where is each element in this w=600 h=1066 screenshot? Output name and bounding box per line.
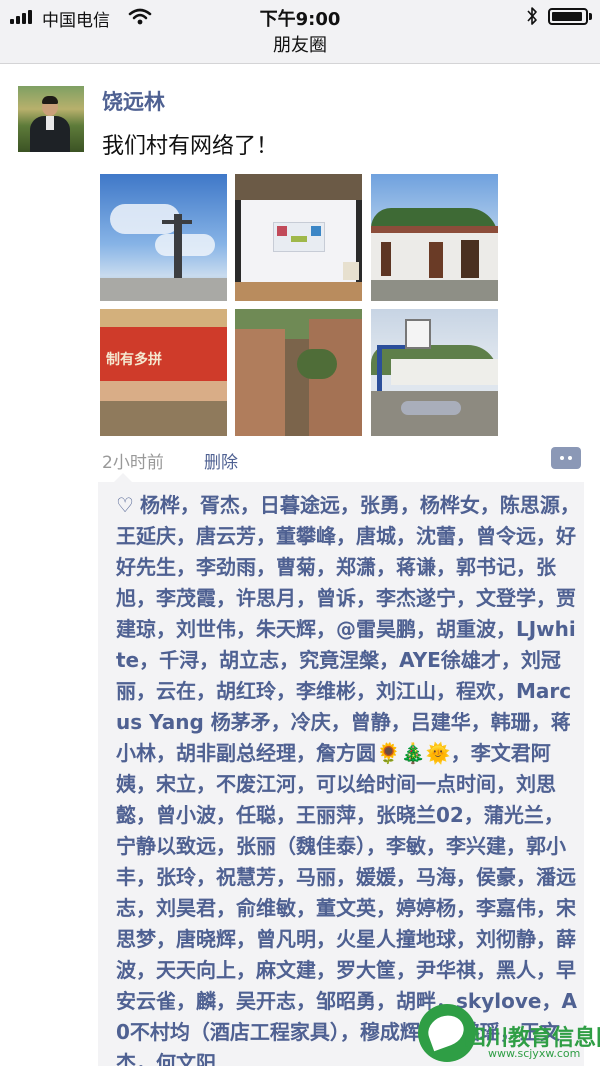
sun-emoji-icon: 🌞: [425, 741, 451, 765]
photo-thumbnail-2[interactable]: [235, 174, 362, 301]
likes-list: ♡ 杨桦，胥杰，日暮途远，张勇，杨桦女，陈思源，王延庆，唐云芳，董攀峰，唐城，沈蕾…: [98, 473, 584, 1066]
moments-post: 饶远林 我们村有网络了！ 制有多拼 2小时前 删除 ♡ 杨桦，胥杰，日暮途远，张…: [0, 64, 600, 1066]
photo-thumbnail-4[interactable]: 制有多拼: [100, 309, 227, 436]
battery-cap: [589, 13, 592, 20]
delete-button[interactable]: 删除: [204, 448, 238, 473]
photo-grid: 制有多拼: [100, 174, 498, 436]
sunflower-emoji-icon: 🌻: [376, 741, 401, 765]
post-timestamp: 2小时前: [102, 453, 164, 473]
battery-icon: [548, 8, 588, 25]
likes-names: ♡ 杨桦，胥杰，日暮途远，张勇，杨桦女，陈思源，王延庆，唐云芳，董攀峰，唐城，沈蕾…: [116, 490, 582, 1066]
watermark: 四川教育信息网 www.scjyxw.com: [418, 1000, 600, 1066]
likes-names-part-1: 杨桦，胥杰，日暮途远，张勇，杨桦女，陈思源，王延庆，唐云芳，董攀峰，唐城，沈蕾，…: [116, 493, 580, 765]
status-time: 下午9:00: [259, 9, 341, 30]
post-text: 我们村有网络了！: [102, 134, 279, 159]
user-name[interactable]: 饶远林: [102, 86, 165, 116]
page-title: 朋友圈: [273, 35, 327, 56]
photo-thumbnail-6[interactable]: [371, 309, 498, 436]
tree-emoji-icon: 🎄: [400, 741, 426, 765]
bluetooth-icon: [527, 7, 537, 25]
photo-banner-text: 制有多拼: [106, 352, 162, 368]
nav-bar: 朋友圈: [0, 32, 600, 64]
battery-level-fill: [552, 12, 583, 21]
photo-thumbnail-1[interactable]: [100, 174, 227, 301]
photo-thumbnail-5[interactable]: [235, 309, 362, 436]
heart-icon: ♡: [116, 493, 134, 517]
status-bar: 中国电信 下午9:00: [0, 0, 600, 32]
watermark-url: www.scjyxw.com: [488, 1047, 581, 1060]
photo-thumbnail-3[interactable]: [371, 174, 498, 301]
comment-menu-icon[interactable]: [551, 447, 581, 469]
avatar[interactable]: [18, 86, 84, 152]
